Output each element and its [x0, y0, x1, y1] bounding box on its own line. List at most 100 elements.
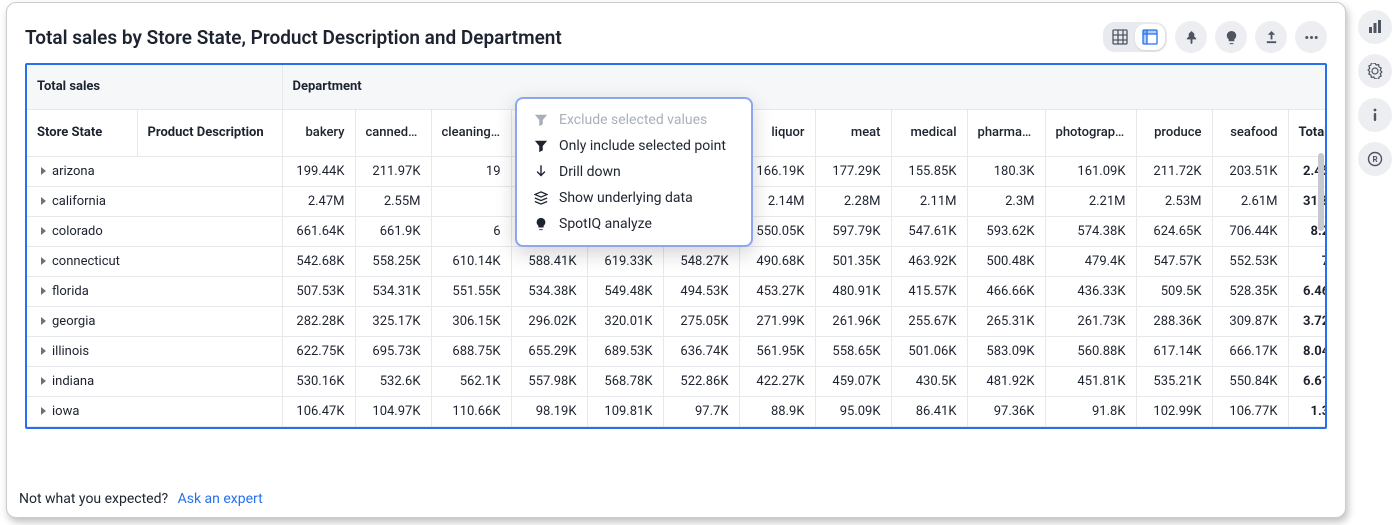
- col-bakery[interactable]: bakery: [282, 109, 355, 156]
- value-cell[interactable]: 695.73K: [355, 336, 431, 366]
- expand-caret-icon[interactable]: [41, 347, 46, 355]
- header-product-description[interactable]: Product Description: [137, 109, 282, 156]
- header-total-sales[interactable]: Total sales: [27, 65, 282, 109]
- ctx-spotiq[interactable]: SpotIQ analyze: [517, 211, 751, 237]
- value-cell[interactable]: 507.53K: [282, 276, 355, 306]
- value-cell[interactable]: 2.3M: [967, 186, 1045, 216]
- expand-caret-icon[interactable]: [41, 287, 46, 295]
- value-cell[interactable]: 97.36K: [967, 396, 1045, 426]
- grid-view-button[interactable]: [1105, 24, 1135, 50]
- rail-info-button[interactable]: [1358, 98, 1392, 132]
- value-cell[interactable]: 558.25K: [355, 246, 431, 276]
- value-cell[interactable]: 509.5K: [1136, 276, 1212, 306]
- value-cell[interactable]: 2.21M: [1045, 186, 1136, 216]
- value-cell[interactable]: 203.51K: [1212, 156, 1288, 186]
- value-cell[interactable]: 494.53K: [663, 276, 739, 306]
- value-cell[interactable]: 2.55M: [355, 186, 431, 216]
- value-cell[interactable]: 261.73K: [1045, 306, 1136, 336]
- value-cell[interactable]: 522.86K: [663, 366, 739, 396]
- value-cell[interactable]: 19: [431, 156, 511, 186]
- col-canned-goods[interactable]: canned goods: [355, 109, 431, 156]
- value-cell[interactable]: 530.16K: [282, 366, 355, 396]
- value-cell[interactable]: 177.29K: [815, 156, 891, 186]
- state-cell[interactable]: arizona: [27, 156, 282, 186]
- value-cell[interactable]: 500.48K: [967, 246, 1045, 276]
- value-cell[interactable]: 619.33K: [587, 246, 663, 276]
- value-cell[interactable]: 211.97K: [355, 156, 431, 186]
- value-cell[interactable]: 288.36K: [1136, 306, 1212, 336]
- value-cell[interactable]: 534.38K: [511, 276, 587, 306]
- value-cell[interactable]: 309.87K: [1212, 306, 1288, 336]
- value-cell[interactable]: 583.09K: [967, 336, 1045, 366]
- pin-button[interactable]: [1175, 21, 1207, 53]
- value-cell[interactable]: 271.99K: [739, 306, 815, 336]
- expand-caret-icon[interactable]: [41, 377, 46, 385]
- value-cell[interactable]: [431, 186, 511, 216]
- value-cell[interactable]: 622.75K: [282, 336, 355, 366]
- value-cell[interactable]: 558.65K: [815, 336, 891, 366]
- value-cell[interactable]: 480.91K: [815, 276, 891, 306]
- value-cell[interactable]: 6: [431, 216, 511, 246]
- state-cell[interactable]: indiana: [27, 366, 282, 396]
- value-cell[interactable]: 636.74K: [663, 336, 739, 366]
- rail-chart-button[interactable]: [1358, 10, 1392, 44]
- value-cell[interactable]: 610.14K: [431, 246, 511, 276]
- pivot-view-button[interactable]: [1135, 24, 1165, 50]
- value-cell[interactable]: 199.44K: [282, 156, 355, 186]
- value-cell[interactable]: 549.48K: [587, 276, 663, 306]
- state-cell[interactable]: colorado: [27, 216, 282, 246]
- value-cell[interactable]: 306.15K: [431, 306, 511, 336]
- state-cell[interactable]: iowa: [27, 396, 282, 426]
- value-cell[interactable]: 661.64K: [282, 216, 355, 246]
- value-cell[interactable]: 501.35K: [815, 246, 891, 276]
- value-cell[interactable]: 593.62K: [967, 216, 1045, 246]
- value-cell[interactable]: 110.66K: [431, 396, 511, 426]
- state-cell[interactable]: california: [27, 186, 282, 216]
- value-cell[interactable]: 463.92K: [891, 246, 967, 276]
- value-cell[interactable]: 97.7K: [663, 396, 739, 426]
- value-cell[interactable]: 561.95K: [739, 336, 815, 366]
- expand-caret-icon[interactable]: [41, 167, 46, 175]
- value-cell[interactable]: 451.81K: [1045, 366, 1136, 396]
- value-cell[interactable]: 430.5K: [891, 366, 967, 396]
- value-cell[interactable]: 550.84K: [1212, 366, 1288, 396]
- value-cell[interactable]: 320.01K: [587, 306, 663, 336]
- value-cell[interactable]: 481.92K: [967, 366, 1045, 396]
- col-pharmacy[interactable]: pharmacy: [967, 109, 1045, 156]
- state-cell[interactable]: connecticut: [27, 246, 282, 276]
- value-cell[interactable]: 557.98K: [511, 366, 587, 396]
- value-cell[interactable]: 597.79K: [815, 216, 891, 246]
- value-cell[interactable]: 255.67K: [891, 306, 967, 336]
- value-cell[interactable]: 155.85K: [891, 156, 967, 186]
- value-cell[interactable]: 86.41K: [891, 396, 967, 426]
- value-cell[interactable]: 548.27K: [663, 246, 739, 276]
- value-cell[interactable]: 422.27K: [739, 366, 815, 396]
- value-cell[interactable]: 479.4K: [1045, 246, 1136, 276]
- value-cell[interactable]: 490.68K: [739, 246, 815, 276]
- value-cell[interactable]: 2.11M: [891, 186, 967, 216]
- value-cell[interactable]: 562.1K: [431, 366, 511, 396]
- col-photography[interactable]: photography: [1045, 109, 1136, 156]
- col-total[interactable]: Total sales: [1288, 109, 1327, 156]
- value-cell[interactable]: 568.78K: [587, 366, 663, 396]
- ctx-drill[interactable]: Drill down: [517, 159, 751, 185]
- value-cell[interactable]: 466.66K: [967, 276, 1045, 306]
- col-meat[interactable]: meat: [815, 109, 891, 156]
- ctx-include[interactable]: Only include selected point: [517, 133, 751, 159]
- value-cell[interactable]: 689.53K: [587, 336, 663, 366]
- value-cell[interactable]: 624.65K: [1136, 216, 1212, 246]
- value-cell[interactable]: 180.3K: [967, 156, 1045, 186]
- expand-caret-icon[interactable]: [41, 227, 46, 235]
- value-cell[interactable]: 535.21K: [1136, 366, 1212, 396]
- value-cell[interactable]: 688.75K: [431, 336, 511, 366]
- header-department[interactable]: Department: [282, 65, 1327, 109]
- state-cell[interactable]: illinois: [27, 336, 282, 366]
- value-cell[interactable]: 98.19K: [511, 396, 587, 426]
- spotiq-button[interactable]: [1215, 21, 1247, 53]
- value-cell[interactable]: 528.35K: [1212, 276, 1288, 306]
- expand-caret-icon[interactable]: [41, 197, 46, 205]
- value-cell[interactable]: 532.6K: [355, 366, 431, 396]
- value-cell[interactable]: 261.96K: [815, 306, 891, 336]
- value-cell[interactable]: 547.57K: [1136, 246, 1212, 276]
- value-cell[interactable]: 453.27K: [739, 276, 815, 306]
